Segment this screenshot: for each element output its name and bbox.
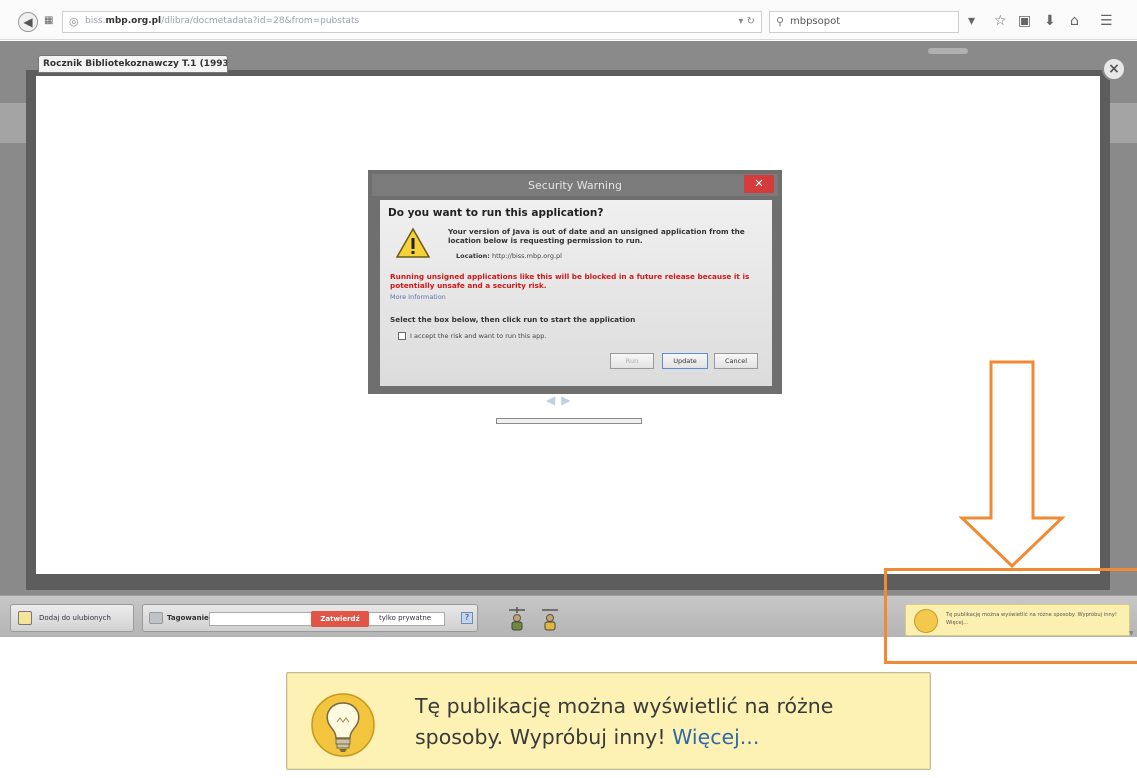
globe-icon: ◎: [69, 15, 79, 28]
loading-arrows-icon: ◀▶: [546, 393, 577, 407]
dialog-description: Your version of Java is out of date and …: [448, 227, 745, 245]
menu-icon[interactable]: ☰: [1100, 13, 1113, 29]
browser-toolbar: ◀ ▦ ◎ biss.mbp.org.pl/dlibra/docmetadata…: [0, 0, 1137, 40]
close-icon[interactable]: ×: [1102, 57, 1126, 81]
search-bar[interactable]: ⚲ mbpsopot: [769, 11, 959, 33]
person-up-icon[interactable]: [505, 606, 529, 632]
modal-title: Rocznik Bibliotekoznawczy T.1 (1993): [38, 55, 228, 73]
dialog-body: Do you want to run this application? You…: [380, 200, 772, 386]
download-icon[interactable]: ⬇: [1044, 13, 1056, 29]
star-icon[interactable]: ☆: [994, 13, 1007, 29]
dialog-risk-text: Running unsigned applications like this …: [390, 272, 750, 290]
dialog-question: Do you want to run this application?: [388, 207, 604, 219]
update-button[interactable]: Update: [662, 353, 708, 369]
security-warning-dialog: Security Warning ✕ Do you want to run th…: [368, 170, 782, 394]
reload-icon[interactable]: ▾ ↻: [738, 16, 755, 27]
tag-submit-button[interactable]: Zatwierdź: [311, 611, 369, 627]
accept-risk-label[interactable]: I accept the risk and want to run this a…: [410, 332, 546, 340]
search-input[interactable]: mbpsopot: [790, 16, 840, 27]
clipboard-icon[interactable]: ▣: [1018, 13, 1031, 29]
cancel-button[interactable]: Cancel: [714, 353, 758, 369]
notice-text: Tę publikację można wyświetlić na różne …: [415, 691, 915, 753]
dropdown-icon[interactable]: ▾: [968, 13, 975, 29]
more-information-link[interactable]: More Information: [390, 293, 446, 301]
search-icon: ⚲: [776, 15, 785, 28]
dialog-location: Location: http://biss.mbp.org.pl: [456, 252, 562, 260]
run-button[interactable]: Run: [610, 353, 654, 369]
dialog-titlebar: Security Warning ✕: [372, 174, 778, 196]
more-link[interactable]: Więcej...: [672, 725, 759, 749]
back-icon[interactable]: ◀: [18, 12, 38, 32]
tagging-panel: Tagowanie Zatwierdź tylko prywatne ?: [142, 604, 478, 632]
dialog-select-instruction: Select the box below, then click run to …: [390, 315, 636, 324]
url-text: biss.mbp.org.pl/dlibra/docmetadata?id=28…: [85, 16, 360, 26]
background-shape: [928, 48, 968, 54]
zoomed-notice-callout: Tę publikację można wyświetlić na różne …: [286, 672, 931, 770]
favorites-icon: [18, 611, 32, 625]
warning-icon: [395, 227, 431, 258]
person-down-icon[interactable]: [538, 606, 562, 632]
tagging-label: Tagowanie: [167, 614, 209, 622]
dialog-title: Security Warning: [528, 179, 622, 192]
only-public-checkbox-label[interactable]: tylko prywatne: [379, 614, 431, 622]
home-icon[interactable]: ⌂: [1070, 13, 1079, 29]
loading-progress-bar: [496, 418, 642, 424]
url-bar[interactable]: ◎ biss.mbp.org.pl/dlibra/docmetadata?id=…: [62, 11, 762, 33]
tag-icon: [149, 612, 163, 624]
annotation-highlight-box: [884, 568, 1137, 664]
accept-risk-checkbox[interactable]: [398, 332, 406, 340]
screenshot-root: ◀ ▦ ◎ biss.mbp.org.pl/dlibra/docmetadata…: [0, 0, 1137, 778]
grid-icon[interactable]: ▦: [44, 16, 56, 26]
notice-message: Tę publikację można wyświetlić na różne …: [415, 694, 834, 749]
dialog-close-button[interactable]: ✕: [744, 175, 774, 193]
lightbulb-icon: [311, 693, 375, 757]
help-icon[interactable]: ?: [461, 612, 473, 624]
